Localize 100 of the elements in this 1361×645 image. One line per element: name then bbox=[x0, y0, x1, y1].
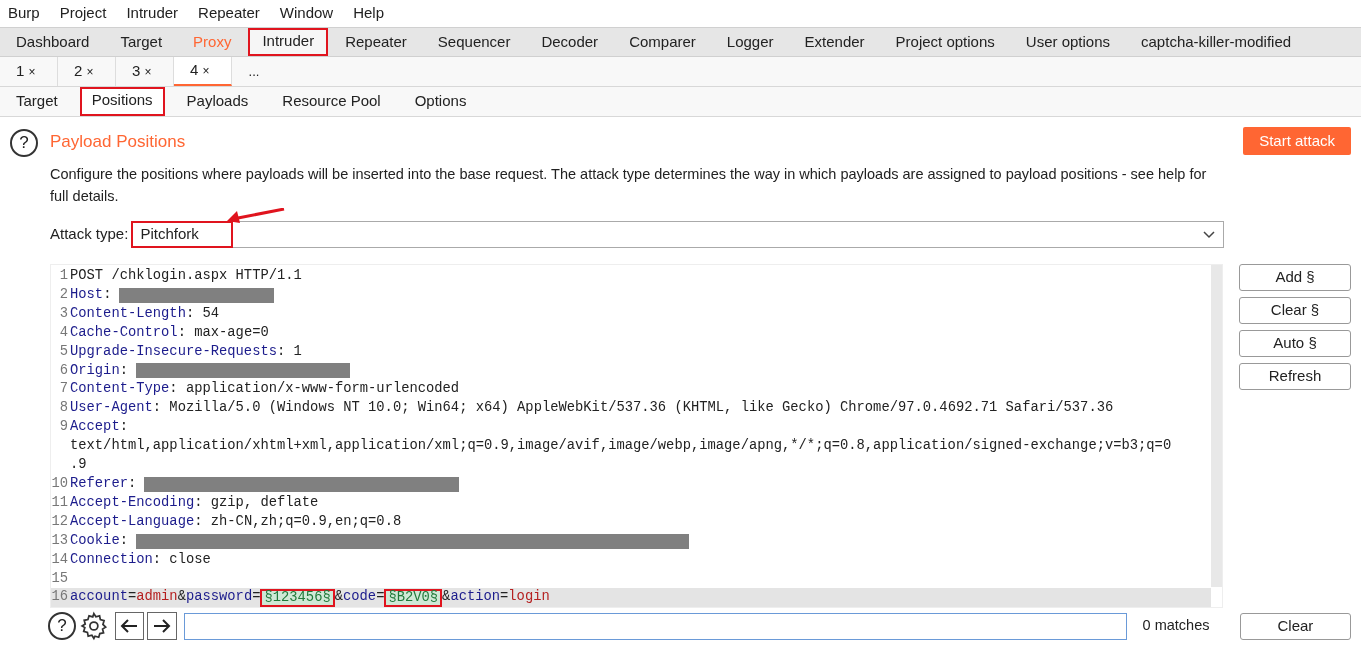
editor-button[interactable]: Refresh bbox=[1239, 363, 1351, 390]
code-text: = bbox=[252, 588, 261, 607]
code-text: : Mozilla/5.0 (Windows NT 10.0; Win64; x64) AppleWebKit/537.36 (KHTML, like Gecko) Chrome/97.0.4692.71 Safari/537.36 bbox=[152, 399, 1114, 418]
line-number: 4 bbox=[59, 324, 68, 340]
arrow-left-icon bbox=[120, 619, 139, 633]
attack-type-dropdown[interactable]: Pitchfork bbox=[131, 221, 1224, 248]
request-editor[interactable] bbox=[51, 265, 1212, 607]
header-name: Cache-Control bbox=[70, 323, 178, 342]
header-name: Connection bbox=[70, 550, 153, 569]
code-text: & bbox=[334, 588, 343, 607]
main-tab[interactable]: Sequencer bbox=[423, 28, 525, 56]
header-name: code bbox=[343, 588, 377, 607]
main-tab[interactable]: Logger bbox=[712, 28, 788, 56]
code-text: : zh-CN,zh;q=0.9,en;q=0.8 bbox=[194, 512, 402, 531]
scrollbar[interactable] bbox=[1211, 265, 1223, 587]
attack-tab[interactable]: 4 × bbox=[174, 57, 232, 86]
header-name: Accept-Encoding bbox=[70, 493, 195, 512]
menu-item[interactable]: Intruder bbox=[126, 2, 179, 25]
header-name: Content-Length bbox=[70, 304, 186, 323]
more-tabs-button[interactable]: ... bbox=[232, 57, 276, 86]
menu-item[interactable]: Window bbox=[279, 2, 334, 25]
payload-marker: §123456§ bbox=[260, 588, 335, 607]
help-icon[interactable]: ? bbox=[10, 129, 38, 157]
menu-item[interactable]: Project bbox=[59, 2, 107, 25]
code-text: & bbox=[442, 588, 451, 607]
editor-button[interactable]: Clear § bbox=[1239, 297, 1351, 324]
main-tab[interactable]: User options bbox=[1011, 28, 1125, 56]
main-tab[interactable]: Extender bbox=[790, 28, 879, 56]
code-text: = bbox=[376, 588, 385, 607]
attack-type-value: Pitchfork bbox=[132, 222, 233, 247]
arrow-right-icon bbox=[153, 619, 172, 633]
search-field[interactable] bbox=[184, 612, 1127, 640]
line-number: 8 bbox=[59, 400, 68, 416]
header-name: Origin bbox=[70, 361, 120, 380]
menu-item[interactable]: Repeater bbox=[198, 2, 260, 25]
sub-tab[interactable]: Positions bbox=[79, 87, 165, 116]
clear-button[interactable]: Clear bbox=[1239, 612, 1351, 640]
header-name: Upgrade-Insecure-Requests bbox=[70, 342, 277, 361]
line-number: 16 bbox=[51, 589, 68, 605]
help-icon[interactable]: ? bbox=[48, 612, 76, 640]
header-name: Host bbox=[70, 285, 104, 304]
line-number: 10 bbox=[51, 475, 68, 491]
main-tab[interactable]: Project options bbox=[881, 28, 1009, 56]
match-count: 0 matches bbox=[1142, 616, 1211, 636]
line-number: 9 bbox=[59, 419, 68, 435]
code-text: : bbox=[119, 361, 128, 380]
main-tab[interactable]: Intruder bbox=[248, 28, 329, 56]
editor-button[interactable]: Auto § bbox=[1239, 330, 1351, 357]
line-number: 14 bbox=[51, 551, 68, 567]
code-text: : bbox=[103, 285, 112, 304]
code-text: : 54 bbox=[185, 304, 220, 323]
header-name: User-Agent bbox=[70, 399, 153, 418]
attack-tab[interactable]: 2 × bbox=[58, 57, 116, 86]
editor-button[interactable]: Add § bbox=[1239, 264, 1351, 291]
header-name: Accept bbox=[70, 418, 120, 437]
annotation-arrow bbox=[226, 208, 286, 223]
code-text: : bbox=[119, 418, 128, 437]
attack-tab[interactable]: 1 × bbox=[0, 57, 58, 86]
code-text: : bbox=[119, 531, 128, 550]
code-text: : gzip, deflate bbox=[194, 493, 319, 512]
main-tab[interactable]: Comparer bbox=[615, 28, 710, 56]
settings-icon[interactable] bbox=[78, 611, 109, 641]
code-text: : application/x-www-form-urlencoded bbox=[169, 380, 460, 399]
header-name: Accept-Language bbox=[70, 512, 195, 531]
header-name: Cookie bbox=[70, 531, 120, 550]
line-number: 1 bbox=[59, 268, 68, 283]
chevron-down-icon bbox=[1203, 230, 1215, 239]
line-number: 6 bbox=[59, 362, 68, 378]
attack-type-label: Attack type: bbox=[50, 224, 129, 245]
sub-tab[interactable]: Resource Pool bbox=[270, 87, 393, 116]
header-name: account bbox=[70, 588, 128, 607]
code-text: .9 bbox=[70, 456, 87, 475]
code-text: : close bbox=[152, 550, 211, 569]
param-value: login bbox=[508, 588, 550, 607]
forward-button[interactable] bbox=[147, 612, 178, 640]
header-name: Referer bbox=[70, 474, 128, 493]
header-name: password bbox=[185, 588, 253, 607]
payload-marker: §B2V0§ bbox=[384, 588, 443, 607]
main-tab[interactable]: Dashboard bbox=[2, 28, 104, 56]
sub-tab[interactable]: Options bbox=[402, 87, 479, 116]
line-number: 3 bbox=[59, 305, 68, 321]
menu-item[interactable]: Help bbox=[353, 2, 384, 25]
header-name: action bbox=[450, 588, 501, 607]
main-tab[interactable]: captcha-killer-modified bbox=[1127, 28, 1306, 56]
line-number: 5 bbox=[59, 343, 68, 359]
param-value: admin bbox=[136, 588, 178, 607]
line-number: 7 bbox=[59, 381, 68, 397]
back-button[interactable] bbox=[114, 612, 145, 640]
section-description: Configure the positions where payloads will be inserted into the base request. The attack type determines the way in which payloads are assigned to payload positions - see help for full details. bbox=[50, 165, 1208, 206]
main-tab[interactable]: Repeater bbox=[331, 28, 421, 56]
code-text: = bbox=[127, 588, 137, 607]
sub-tab[interactable]: Target bbox=[4, 87, 70, 116]
code-text: = bbox=[500, 588, 509, 607]
main-tab[interactable]: Target bbox=[106, 28, 177, 56]
main-tab[interactable]: Decoder bbox=[527, 28, 613, 56]
code-text: POST /chklogin.aspx HTTP/1.1 bbox=[70, 267, 302, 285]
code-text: : 1 bbox=[277, 342, 302, 361]
header-name: Content-Type bbox=[70, 380, 170, 399]
menu-item[interactable]: Burp bbox=[8, 2, 40, 25]
sub-tab[interactable]: Payloads bbox=[174, 87, 261, 116]
